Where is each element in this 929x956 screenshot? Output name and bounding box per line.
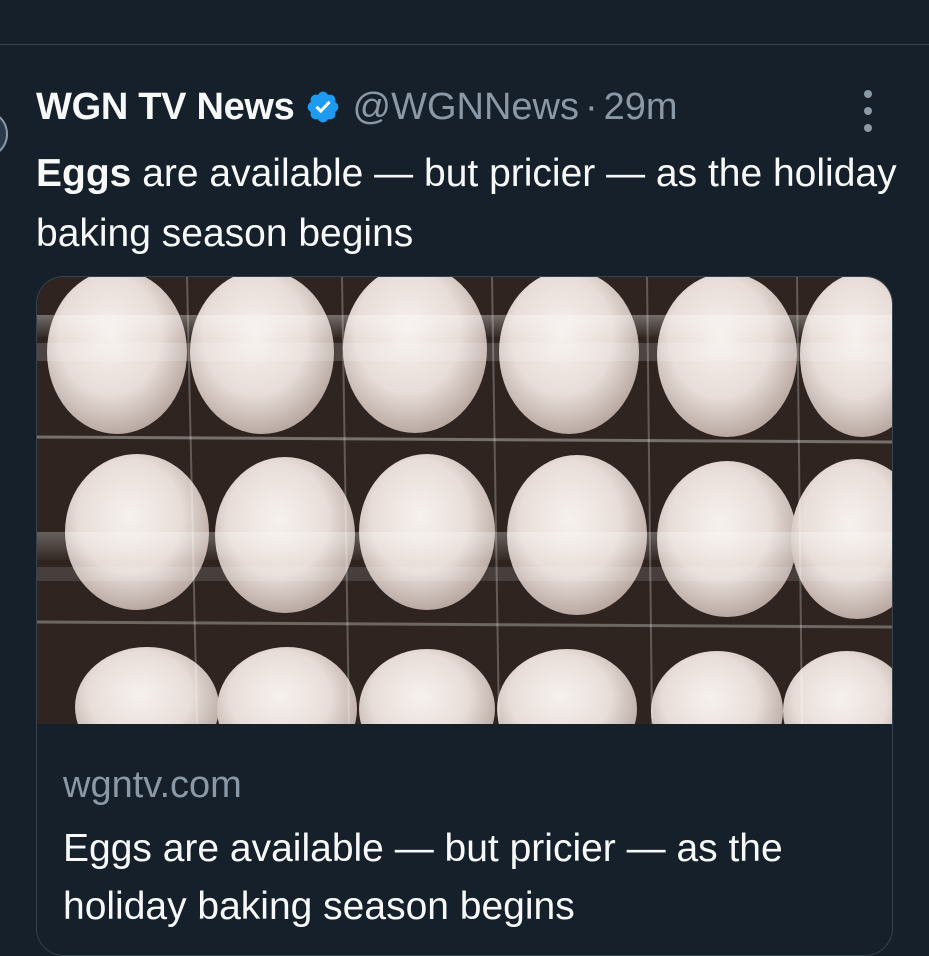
timestamp[interactable]: 29m [604, 86, 678, 129]
link-card[interactable]: wgntv.com Eggs are available — but prici… [36, 276, 893, 956]
separator: · [584, 85, 598, 128]
card-domain: wgntv.com [63, 764, 242, 806]
tweet-header: WGN TV News @WGNNews · 29m [36, 82, 678, 132]
card-title: Eggs are available — but pricier — as th… [63, 827, 783, 928]
avatar[interactable] [0, 110, 8, 158]
top-divider [0, 44, 929, 45]
tweet-text-bold: Eggs [36, 152, 132, 195]
author-handle[interactable]: @WGNNews [353, 86, 579, 129]
card-footer[interactable]: wgntv.com Eggs are available — but prici… [37, 724, 892, 955]
verified-badge-icon [305, 89, 341, 125]
author-name[interactable]: WGN TV News [36, 86, 295, 129]
eggs-in-cartons-photo[interactable] [37, 277, 892, 724]
more-options-icon[interactable] [858, 90, 878, 132]
tweet-text-rest: are available — but pricier — as the hol… [36, 152, 897, 255]
tweet-text: Eggs are available — but pricier — as th… [36, 144, 906, 264]
